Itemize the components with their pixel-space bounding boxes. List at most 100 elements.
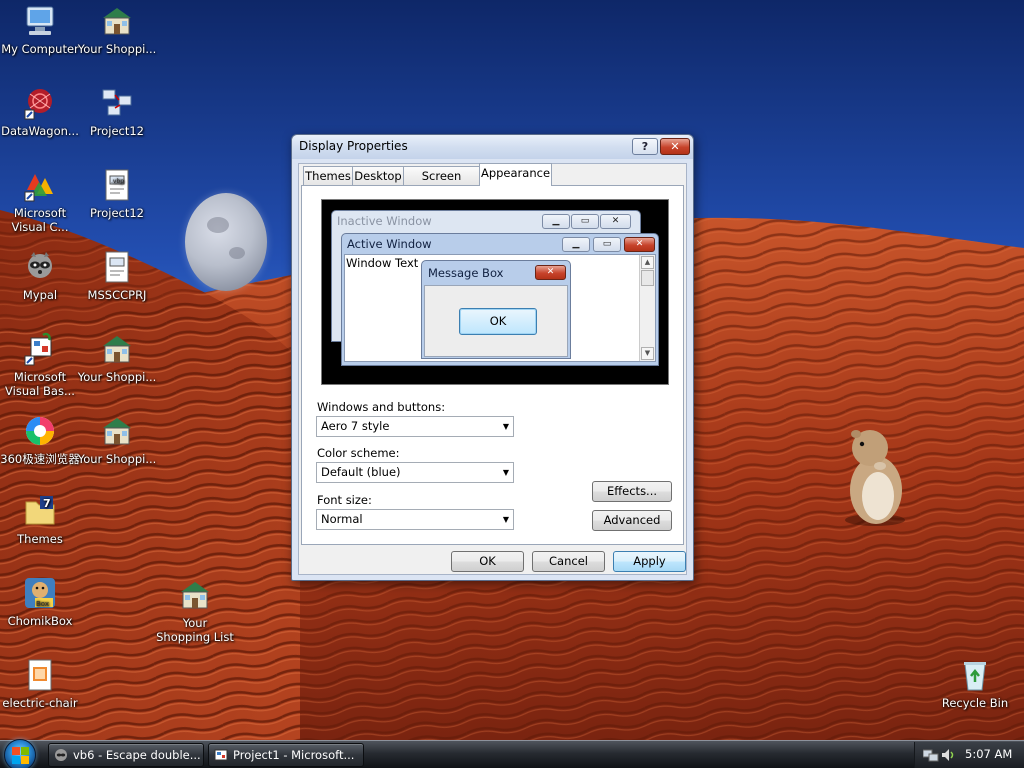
preview-message-title: Message Box <box>428 266 504 280</box>
close-icon: ✕ <box>624 237 655 252</box>
close-button[interactable]: ✕ <box>660 138 690 155</box>
desktop-icon-label: Your Shopping List <box>156 616 234 644</box>
effects-button[interactable]: Effects... <box>592 481 672 502</box>
desktop-icon-label: Mypal <box>22 288 58 302</box>
windows-buttons-value: Aero 7 style <box>321 419 390 433</box>
color-scheme-label: Color scheme: <box>317 446 400 460</box>
preview-message-box: Message Box ✕ OK <box>421 260 571 359</box>
minimize-icon: ▁ <box>562 237 590 252</box>
font-size-select[interactable]: Normal ▼ <box>316 509 514 530</box>
ok-button[interactable]: OK <box>451 551 524 572</box>
desktop-icon-label: Your Shoppi... <box>77 42 157 56</box>
store-icon <box>100 332 134 366</box>
dialog-body: Themes Desktop Screen Saver Appearance I… <box>298 163 687 575</box>
svg-text:Box: Box <box>36 600 49 608</box>
store-icon <box>100 4 134 38</box>
desktop-icon-your-shopping[interactable]: Your Shoppi... <box>77 414 157 466</box>
taskbar-item-project1[interactable]: Project1 - Microsoft... <box>208 743 364 767</box>
taskbar: vb6 - Escape double... Project1 - Micros… <box>0 739 1024 768</box>
desktop-icon-chomikbox[interactable]: Box ChomikBox <box>0 576 80 628</box>
360-browser-icon <box>23 414 57 448</box>
preview-active-title: Active Window <box>347 237 432 251</box>
close-icon: ✕ <box>535 265 566 280</box>
cancel-button[interactable]: Cancel <box>532 551 605 572</box>
desktop-icon-label: 360极速浏览器 <box>0 452 80 466</box>
network-project-icon <box>100 86 134 120</box>
recycle-bin-icon <box>958 658 992 692</box>
desktop-icon-label: Recycle Bin <box>941 696 1009 710</box>
windows-logo-icon <box>12 747 29 764</box>
dialog-title: Display Properties <box>299 139 408 153</box>
desktop-icon-label: Your Shoppi... <box>77 452 157 466</box>
display-properties-dialog: Display Properties ? ✕ Themes Desktop Sc… <box>291 134 694 581</box>
desktop-icon-datawagon[interactable]: DataWagon... <box>0 86 80 138</box>
desktop-icon-recycle-bin[interactable]: Recycle Bin <box>935 658 1015 710</box>
taskbar-item-label: vb6 - Escape double... <box>73 748 201 762</box>
tab-themes[interactable]: Themes <box>303 166 353 186</box>
desktop-icon-label: electric-chair <box>2 696 78 710</box>
scroll-thumb <box>641 270 654 286</box>
desktop-icon-project12-b[interactable]: .vbp Project12 <box>77 168 157 220</box>
preview-ok-button: OK <box>459 308 537 335</box>
color-scheme-select[interactable]: Default (blue) ▼ <box>316 462 514 483</box>
desktop-icon-360-browser[interactable]: 360极速浏览器 <box>0 414 80 466</box>
desktop-icon-my-computer[interactable]: My Computer <box>0 4 80 56</box>
desktop-icon-project12-a[interactable]: Project12 <box>77 86 157 138</box>
desktop-icon-electric-chair[interactable]: electric-chair <box>0 658 80 710</box>
clock[interactable]: 5:07 AM <box>965 747 1012 761</box>
moon <box>185 193 267 291</box>
preview-message-body: OK <box>424 285 568 357</box>
advanced-button[interactable]: Advanced <box>592 510 672 531</box>
desktop-icon-mssccprj[interactable]: MSSCCPRJ <box>77 250 157 302</box>
raccoon-browser-icon <box>55 749 67 761</box>
minimize-icon: ▁ <box>542 214 570 229</box>
desktop-icon-microsoft-visual-c[interactable]: Microsoft Visual C... <box>0 168 80 234</box>
taskbar-item-vb6[interactable]: vb6 - Escape double... <box>48 743 204 767</box>
help-button[interactable]: ? <box>632 138 658 155</box>
desktop-icon-label: DataWagon... <box>1 124 79 138</box>
desktop-icon-your-shopping-list[interactable]: Your Shopping List <box>155 578 235 644</box>
font-size-value: Normal <box>321 512 363 526</box>
chevron-down-icon: ▼ <box>502 422 509 431</box>
folder-icon: 7 <box>23 494 57 528</box>
desktop-icon-label: Project12 <box>90 206 144 220</box>
tab-screen-saver[interactable]: Screen Saver <box>403 166 480 201</box>
visual-basic-icon <box>214 749 228 761</box>
visual-basic-icon <box>23 332 57 366</box>
network-icon[interactable] <box>923 748 939 762</box>
windows-buttons-select[interactable]: Aero 7 style ▼ <box>316 416 514 437</box>
desktop-icon-microsoft-visual-basic[interactable]: Microsoft Visual Bas... <box>0 332 80 398</box>
maximize-icon: ▭ <box>571 214 599 229</box>
chomikbox-icon: Box <box>23 576 57 610</box>
document-icon <box>23 658 57 692</box>
visual-cpp-icon <box>23 168 57 202</box>
desktop-icon-label: Microsoft Visual C... <box>11 206 69 234</box>
volume-icon[interactable] <box>941 748 955 762</box>
desktop-icon-label: ChomikBox <box>7 614 73 628</box>
desktop-icon-your-shopping[interactable]: Your Shoppi... <box>77 4 157 56</box>
desktop-icon-mypal[interactable]: Mypal <box>0 250 80 302</box>
store-icon <box>178 578 212 612</box>
chevron-down-icon: ▼ <box>502 515 509 524</box>
vb-project-file-icon: .vbp <box>100 168 134 202</box>
scroll-down-icon: ▼ <box>641 347 654 360</box>
desktop-icon-label: My Computer <box>1 42 79 56</box>
dialog-titlebar[interactable]: Display Properties ? ✕ <box>292 135 693 159</box>
computer-icon <box>23 4 57 38</box>
preview-inactive-title: Inactive Window <box>337 214 432 228</box>
maximize-icon: ▭ <box>593 237 621 252</box>
hamster-desktop-pet[interactable] <box>840 420 910 528</box>
windows-buttons-label: Windows and buttons: <box>317 400 446 414</box>
start-button[interactable] <box>4 739 36 768</box>
tab-desktop[interactable]: Desktop <box>352 166 404 186</box>
preview-scrollbar: ▲ ▼ <box>639 255 655 361</box>
desktop-icon-themes[interactable]: 7 Themes <box>0 494 80 546</box>
desktop-icon-label: Your Shoppi... <box>77 370 157 384</box>
font-size-label: Font size: <box>317 493 372 507</box>
tab-appearance[interactable]: Appearance <box>479 163 552 186</box>
desktop-icon-label: Microsoft Visual Bas... <box>5 370 75 398</box>
desktop-icon-your-shopping[interactable]: Your Shoppi... <box>77 332 157 384</box>
desktop-icon-label: MSSCCPRJ <box>87 288 147 302</box>
apply-button[interactable]: Apply <box>613 551 686 572</box>
store-icon <box>100 414 134 448</box>
